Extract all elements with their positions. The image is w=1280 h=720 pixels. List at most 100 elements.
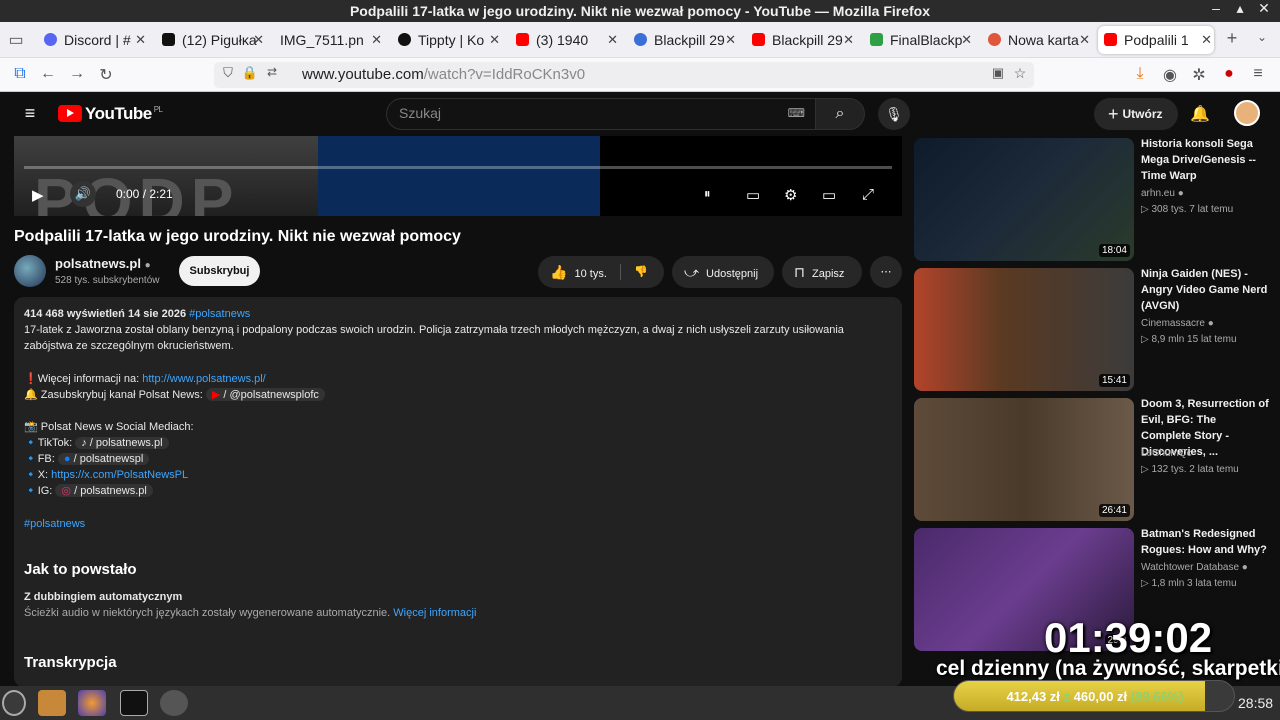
share-icon: ⤻ [684, 264, 699, 280]
close-tab-icon[interactable]: ✕ [135, 26, 146, 54]
bookmark-star-icon[interactable]: ☆ [1010, 65, 1030, 82]
channel-chip[interactable]: ▶ / @polsatnewsplofc [205, 388, 325, 401]
autoplay-toggle-icon[interactable]: ⏸ [704, 186, 711, 202]
permissions-icon[interactable]: ⇄ [262, 65, 282, 79]
related-channel[interactable]: Watchtower Database ● [1141, 562, 1248, 573]
tab-overflow-icon[interactable]: ⌄ [1252, 30, 1272, 44]
tab-blackpill-1[interactable]: Blackpill 29 ✕ [628, 26, 738, 54]
extensions-icon[interactable]: ✲ [1189, 65, 1209, 85]
start-menu-icon[interactable] [2, 690, 26, 716]
close-window-icon[interactable]: ✕ [1254, 0, 1274, 17]
firefox-icon[interactable] [78, 690, 106, 716]
share-button[interactable]: ⤻ Udostępnij [672, 256, 774, 288]
video-thumbnail[interactable]: 15:41 [914, 268, 1134, 391]
like-button[interactable]: 👍 10 tys. [550, 264, 607, 280]
reload-icon[interactable]: ↻ [96, 65, 116, 85]
tab-tippty[interactable]: Tippty | Ko ✕ [392, 26, 502, 54]
sidebar-icon[interactable]: ⧉ [10, 65, 30, 83]
extension-badge-icon[interactable]: ● [1219, 65, 1239, 83]
description-panel[interactable]: 414 468 wyświetleń 14 sie 2026 #polsatne… [14, 297, 902, 686]
tab-new[interactable]: Nowa karta ✕ [982, 26, 1092, 54]
volume-icon[interactable]: 🔊 [70, 181, 96, 207]
search-button[interactable]: ⌕ [815, 98, 865, 130]
create-button[interactable]: + Utwórz [1094, 98, 1178, 130]
how-made-heading: Jak to powstało [24, 561, 137, 578]
keyboard-icon[interactable]: ⌨ [788, 106, 805, 120]
thumbs-down-icon[interactable]: 👎 [634, 256, 648, 288]
shield-icon[interactable]: ⛉ [218, 65, 238, 81]
meta-hashtag[interactable]: #polsatnews [189, 308, 250, 320]
tab-list-icon[interactable]: ▭ [6, 30, 26, 50]
more-info-link[interactable]: http://www.polsatnews.pl/ [142, 373, 266, 385]
maximize-icon[interactable]: ▴ [1230, 0, 1250, 17]
close-tab-icon[interactable]: ✕ [371, 26, 382, 54]
dub-more-link[interactable]: Więcej informacji [393, 607, 476, 619]
tab-blackpill-2[interactable]: Blackpill 29 ✕ [746, 26, 856, 54]
close-tab-icon[interactable]: ✕ [1079, 26, 1090, 54]
youtube-logo[interactable]: YouTube PL [58, 104, 163, 124]
account-icon[interactable]: ◉ [1160, 65, 1180, 85]
tab-youtube-audio[interactable]: (3) 1940 ✕ [510, 26, 620, 54]
progress-bar[interactable] [24, 166, 892, 169]
related-title[interactable]: Ninja Gaiden (NES) - Angry Video Game Ne… [1141, 266, 1269, 314]
tab-x[interactable]: (12) Pigułĸa ✕ [156, 26, 266, 54]
channel-name[interactable]: polsatnews.pl ● [55, 256, 151, 271]
picture-in-picture-icon[interactable]: ▣ [988, 65, 1008, 81]
close-tab-icon[interactable]: ✕ [489, 26, 500, 54]
forward-icon[interactable]: → [67, 65, 87, 83]
tiktok-chip[interactable]: ♪ / polsatnews.pl [75, 437, 169, 449]
minimize-icon[interactable]: – [1206, 0, 1226, 16]
subscribe-button[interactable]: Subskrybuj [179, 256, 260, 286]
close-tab-icon[interactable]: ✕ [725, 26, 736, 54]
goal-caption: cel dzienny (na żywność, skarpetki itp) [936, 657, 1280, 680]
close-tab-icon[interactable]: ✕ [843, 26, 854, 54]
related-channel[interactable]: arhn.eu ● [1141, 188, 1184, 199]
related-channel[interactable]: LeChumQc [1141, 448, 1192, 459]
close-tab-icon[interactable]: ✕ [961, 26, 972, 54]
user-avatar[interactable] [1234, 100, 1260, 126]
settings-gear-icon[interactable]: ⚙ [784, 186, 797, 204]
search-input[interactable] [399, 105, 779, 121]
file-manager-icon[interactable] [38, 690, 66, 716]
video-thumbnail[interactable]: 18:04 [914, 138, 1134, 261]
obs-icon[interactable] [160, 690, 188, 716]
hamburger-menu-icon[interactable]: ≡ [20, 103, 40, 124]
fullscreen-icon[interactable]: ⤢ [862, 186, 874, 203]
related-video-card[interactable]: 18:04 Historia konsoli Sega Mega Drive/G… [914, 136, 1274, 261]
video-player[interactable]: PODP ▶ 🔊 0:00 / 2:21 ⏸ ▭ ⚙ ▭ ⤢ [14, 136, 902, 216]
download-icon[interactable]: ⤓ [1130, 65, 1150, 83]
close-tab-icon[interactable]: ✕ [1201, 26, 1212, 54]
related-title[interactable]: Historia konsoli Sega Mega Drive/Genesis… [1141, 136, 1269, 184]
tab-active-youtube[interactable]: Podpalili 1 ✕ [1098, 26, 1214, 54]
new-tab-icon[interactable]: + [1222, 28, 1242, 49]
voice-search-button[interactable]: 🎙 [878, 98, 910, 130]
facebook-chip-label: / polsatnewspl [73, 453, 144, 465]
hashtag-link[interactable]: #polsatnews [24, 518, 85, 530]
terminal-icon[interactable] [120, 690, 148, 716]
theater-mode-icon[interactable]: ▭ [822, 186, 836, 204]
related-video-card[interactable]: 26:41 Doom 3, Resurrection of Evil, BFG:… [914, 396, 1274, 521]
lock-icon[interactable]: 🔒 [240, 65, 260, 81]
url-bar[interactable]: ⛉ 🔒 ⇄ www.youtube.com/watch?v=IddRoCKn3v… [214, 62, 1034, 88]
instagram-chip[interactable]: ◎ / polsatnews.pl [55, 484, 153, 497]
save-button[interactable]: ⊓ Zapisz [782, 256, 862, 288]
back-icon[interactable]: ← [38, 65, 58, 83]
close-tab-icon[interactable]: ✕ [607, 26, 618, 54]
more-actions-icon[interactable]: ⋯ [870, 256, 902, 288]
tab-discord[interactable]: Discord | # ✕ [38, 26, 148, 54]
menu-icon[interactable]: ≡ [1248, 65, 1268, 83]
tab-image[interactable]: IMG_7511.pn ✕ [274, 26, 384, 54]
subtitles-icon[interactable]: ▭ [746, 186, 760, 204]
related-video-card[interactable]: 15:41 Ninja Gaiden (NES) - Angry Video G… [914, 266, 1274, 391]
facebook-chip[interactable]: ● / polsatnewspl [57, 453, 150, 465]
window-title: Podpalili 17-latka w jego urodziny. Nikt… [349, 3, 931, 19]
close-tab-icon[interactable]: ✕ [253, 26, 264, 54]
x-link[interactable]: https://x.com/PolsatNewsPL [51, 469, 188, 481]
related-title[interactable]: Batman's Redesigned Rogues: How and Why? [1141, 526, 1269, 558]
play-icon[interactable]: ▶ [32, 186, 44, 204]
tab-finalblackpill[interactable]: FinalBlackp ✕ [864, 26, 974, 54]
notifications-bell-icon[interactable]: 🔔 [1190, 104, 1210, 124]
video-thumbnail[interactable]: 26:41 [914, 398, 1134, 521]
channel-avatar[interactable] [14, 255, 46, 287]
related-channel[interactable]: Cinemassacre ● [1141, 318, 1214, 329]
